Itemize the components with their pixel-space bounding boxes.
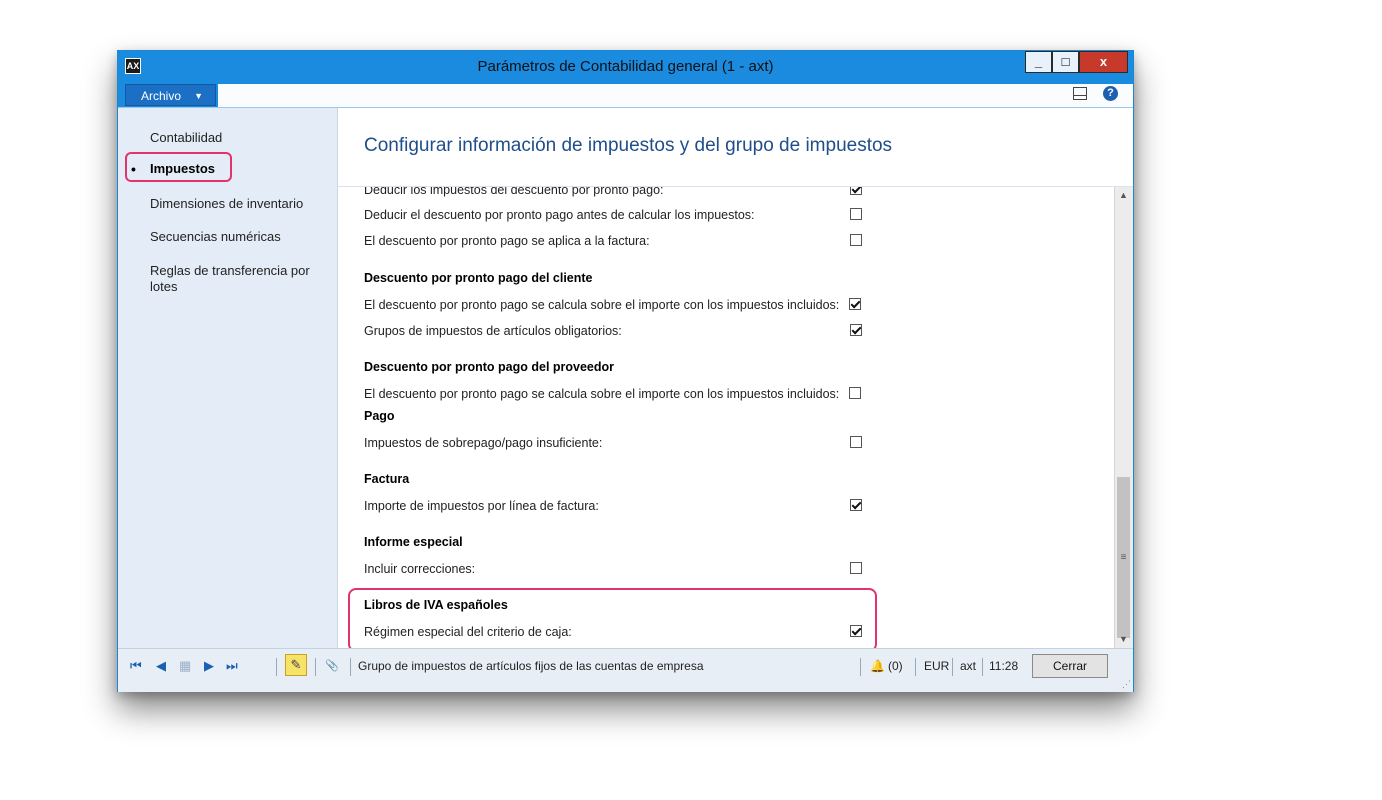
field-label: El descuento por pronto pago se calcula … bbox=[364, 298, 840, 312]
nav-item-label: Contabilidad bbox=[150, 130, 223, 145]
field-label: Deducir los impuestos del descuento por … bbox=[364, 187, 664, 197]
last-record-icon[interactable]: ⏭ bbox=[226, 659, 238, 673]
attachment-icon[interactable]: 📎 bbox=[325, 658, 339, 674]
next-record-icon[interactable]: ▶ bbox=[204, 659, 214, 673]
field-label: Deducir el descuento por pronto pago ant… bbox=[364, 208, 755, 222]
section-heading: Informe especial bbox=[364, 535, 463, 549]
field-label: Impuestos de sobrepago/pago insuficiente… bbox=[364, 436, 603, 450]
checkbox-grupos-obligatorios[interactable] bbox=[850, 324, 862, 336]
checkbox-sobrepago[interactable] bbox=[850, 436, 862, 448]
checkbox-descuento-factura[interactable] bbox=[850, 234, 862, 246]
nav-item-label: Secuencias numéricas bbox=[150, 229, 281, 244]
nav-item-label: Impuestos bbox=[150, 161, 216, 176]
close-button[interactable]: Cerrar bbox=[1032, 654, 1108, 678]
navigation-pane: Contabilidad • Impuestos Dimensiones de … bbox=[118, 108, 338, 648]
checkbox-incluir-correcciones[interactable] bbox=[850, 562, 862, 574]
field-label: El descuento por pronto pago se calcula … bbox=[364, 387, 840, 401]
field-label: Importe de impuestos por línea de factur… bbox=[364, 499, 599, 513]
field-label: El descuento por pronto pago se aplica a… bbox=[364, 234, 650, 248]
time-indicator: 11:28 bbox=[989, 659, 1019, 673]
active-bullet-icon: • bbox=[131, 161, 136, 177]
minimize-button[interactable]: _ bbox=[1025, 51, 1052, 73]
notification-count[interactable]: (0) bbox=[888, 658, 903, 674]
file-menu-label: Archivo bbox=[141, 89, 182, 103]
nav-item-impuestos[interactable]: • Impuestos bbox=[131, 161, 325, 177]
title-bar[interactable]: AX Parámetros de Contabilidad general (1… bbox=[118, 51, 1133, 81]
bell-icon[interactable]: 🔔 bbox=[870, 658, 885, 674]
page-title: Configurar información de impuestos y de… bbox=[364, 135, 893, 156]
checkbox-cliente-impuestos-incluidos[interactable] bbox=[849, 298, 861, 310]
checkbox-proveedor-impuestos-incluidos[interactable] bbox=[849, 387, 861, 399]
previous-record-icon[interactable]: ◀ bbox=[156, 659, 166, 673]
form-scroll-area[interactable]: Deducir los impuestos del descuento por … bbox=[338, 187, 1115, 648]
separator bbox=[982, 658, 983, 676]
section-heading: Factura bbox=[364, 472, 410, 486]
status-bar: ⏮ ◀ ▦ ▶ ⏭ ✎ 📎 Grupo de impuestos de artí… bbox=[118, 648, 1133, 692]
layout-icon[interactable] bbox=[1073, 87, 1087, 100]
content-pane: Configurar información de impuestos y de… bbox=[338, 108, 1133, 648]
window-title: Parámetros de Contabilidad general (1 - … bbox=[477, 58, 774, 75]
section-heading: Pago bbox=[364, 409, 395, 423]
resize-grip-icon[interactable]: ⋰ bbox=[1122, 679, 1131, 690]
highlight-annotation bbox=[348, 588, 877, 652]
scroll-thumb[interactable]: ≡ bbox=[1117, 477, 1130, 638]
help-icon[interactable]: ? bbox=[1103, 86, 1118, 101]
separator bbox=[915, 658, 916, 676]
close-window-button[interactable]: x bbox=[1079, 51, 1128, 73]
grid-view-icon[interactable]: ▦ bbox=[179, 659, 191, 673]
separator bbox=[315, 658, 316, 676]
main-window: AX Parámetros de Contabilidad general (1… bbox=[117, 50, 1134, 692]
vertical-scrollbar[interactable]: ▲ ≡ ▼ bbox=[1114, 187, 1133, 648]
status-help-text: Grupo de impuestos de artículos fijos de… bbox=[358, 659, 704, 673]
file-menu-button[interactable]: Archivo ▼ bbox=[125, 84, 216, 106]
currency-indicator[interactable]: EUR bbox=[924, 658, 949, 674]
section-heading: Descuento por pronto pago del cliente bbox=[364, 271, 593, 285]
scroll-up-icon[interactable]: ▲ bbox=[1115, 187, 1132, 204]
field-label: Grupos de impuestos de artículos obligat… bbox=[364, 324, 622, 338]
nav-item-reglas[interactable]: Reglas de transferencia por lotes bbox=[150, 263, 325, 295]
checkbox-deducir-impuestos[interactable] bbox=[850, 187, 862, 195]
nav-item-dimensiones[interactable]: Dimensiones de inventario bbox=[150, 196, 325, 212]
section-heading: Descuento por pronto pago del proveedor bbox=[364, 360, 615, 374]
separator bbox=[276, 658, 277, 676]
ribbon-area bbox=[218, 84, 1133, 107]
separator bbox=[350, 658, 351, 676]
separator bbox=[860, 658, 861, 676]
field-label: Incluir correcciones: bbox=[364, 562, 476, 576]
chevron-down-icon: ▼ bbox=[194, 91, 203, 101]
grip-icon: ≡ bbox=[1120, 552, 1127, 563]
checkbox-deducir-descuento[interactable] bbox=[850, 208, 862, 220]
checkbox-importe-linea[interactable] bbox=[850, 499, 862, 511]
maximize-button[interactable]: □ bbox=[1052, 51, 1079, 73]
company-indicator[interactable]: axt bbox=[960, 658, 976, 674]
menu-bar: Archivo ▼ ? bbox=[118, 81, 1133, 108]
separator bbox=[952, 658, 953, 676]
first-record-icon[interactable]: ⏮ bbox=[130, 659, 142, 673]
nav-item-secuencias[interactable]: Secuencias numéricas bbox=[150, 229, 325, 245]
scroll-down-icon[interactable]: ▼ bbox=[1115, 631, 1132, 648]
edit-mode-button[interactable]: ✎ bbox=[285, 654, 307, 676]
nav-item-contabilidad[interactable]: Contabilidad bbox=[150, 130, 325, 146]
nav-item-label: Reglas de transferencia por lotes bbox=[150, 263, 310, 294]
nav-item-label: Dimensiones de inventario bbox=[150, 196, 304, 211]
